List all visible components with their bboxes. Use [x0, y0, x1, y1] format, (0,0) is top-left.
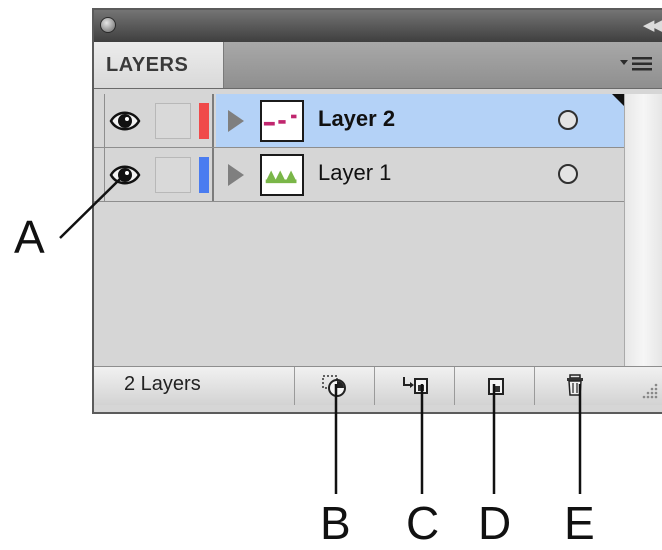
callout-leaders	[59, 177, 582, 494]
callout-e: E	[564, 497, 595, 549]
callout-d: D	[478, 497, 512, 549]
callout-a: A	[14, 211, 45, 263]
callout-c: C	[406, 497, 440, 549]
callout-b: B	[320, 497, 351, 549]
